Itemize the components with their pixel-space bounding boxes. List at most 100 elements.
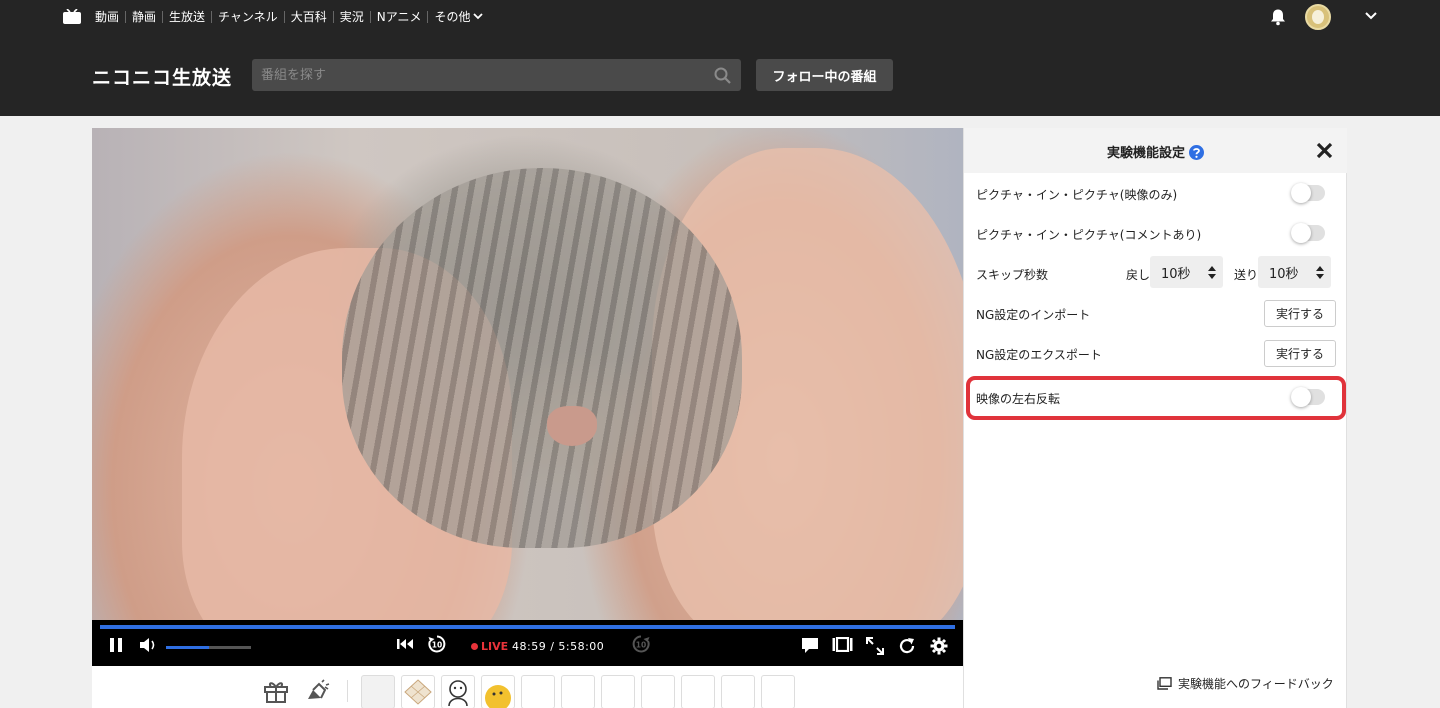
panel-title-text: 実験機能設定 [1106, 146, 1185, 161]
panel-title: 実験機能設定 [964, 142, 1347, 161]
map-item-icon [404, 679, 432, 705]
setting-label: スキップ秒数 [976, 268, 1049, 282]
seek-bar[interactable] [100, 625, 955, 629]
yellow-character-item-icon [485, 685, 511, 708]
skip-forward-label: 送り [1234, 268, 1259, 282]
setting-label: NG設定のエクスポート [976, 348, 1102, 362]
setting-label: NG設定のインポート [976, 308, 1091, 322]
experimental-settings-panel: 実験機能設定 ピクチャ・イン・ピクチャ(映像のみ) ピクチャ・イン・ピクチャ(コ… [963, 128, 1347, 708]
settings-gear-icon[interactable] [930, 637, 948, 655]
niconico-live-logo[interactable]: ニコニコ生放送 [92, 63, 232, 90]
gift-icon[interactable] [263, 679, 289, 703]
live-dot [471, 643, 478, 650]
player-controls: 10 LIVE 48:59 / 5:58:00 10 [92, 620, 963, 666]
close-icon[interactable] [1316, 142, 1333, 159]
reload-icon[interactable] [898, 637, 916, 655]
setting-row-ng-export: NG設定のエクスポート 実行する [976, 335, 1336, 371]
setting-row-mirror-video: 映像の左右反転 [976, 379, 1336, 415]
setting-row-pip-comment: ピクチャ・イン・ピクチャ(コメントあり) [976, 215, 1336, 251]
setting-row-pip-video: ピクチャ・イン・ピクチャ(映像のみ) [976, 175, 1336, 211]
rewind-10-icon[interactable]: 10 [427, 634, 447, 654]
skip-forward-select[interactable]: 10秒 [1258, 256, 1331, 288]
gift-slot-item-map[interactable] [401, 675, 435, 708]
nav-link-live[interactable]: 生放送 [162, 10, 211, 23]
seek-bar-fill [100, 625, 955, 629]
gift-slot-empty[interactable] [561, 675, 595, 708]
gift-ad-bar [92, 666, 963, 708]
setting-row-skip-seconds: スキップ秒数 戻し 10秒 送り 10秒 [976, 255, 1336, 291]
program-search-box [252, 59, 741, 91]
skip-back-select[interactable]: 10秒 [1150, 256, 1223, 288]
playback-timecode: 48:59 / 5:58:00 [512, 640, 605, 653]
video-player-screen[interactable] [92, 128, 963, 620]
nav-link-channel[interactable]: チャンネル [211, 10, 284, 23]
svg-text:10: 10 [636, 641, 646, 650]
setting-row-ng-import: NG設定のインポート 実行する [976, 295, 1336, 331]
nav-link-jikkyo[interactable]: 実況 [332, 10, 370, 23]
feedback-link-label: 実験機能へのフィードバック [1178, 677, 1334, 691]
search-icon[interactable] [714, 67, 731, 84]
niconico-tv-icon[interactable] [63, 9, 81, 24]
ng-import-execute-button[interactable]: 実行する [1264, 300, 1336, 327]
service-links: 動画 静画 生放送 チャンネル 大百科 実況 Nアニメ その他 [95, 0, 489, 33]
skip-back-label: 戻し [1126, 268, 1151, 282]
gift-slot[interactable] [361, 675, 395, 708]
live-label: LIVE [481, 640, 509, 653]
forward-10-icon[interactable]: 10 [631, 634, 651, 654]
skip-to-start-icon[interactable] [396, 637, 414, 651]
feedback-link[interactable]: 実験機能へのフィードバック [1157, 675, 1334, 692]
chevron-down-icon [473, 13, 484, 20]
top-nav: 動画 静画 生放送 チャンネル 大百科 実況 Nアニメ その他 [0, 0, 1440, 33]
help-icon[interactable] [1189, 145, 1204, 160]
comment-toggle-icon[interactable] [801, 637, 819, 654]
nav-link-douga[interactable]: 動画 [95, 11, 125, 23]
ng-export-execute-button[interactable]: 実行する [1264, 340, 1336, 367]
svg-text:10: 10 [432, 641, 442, 650]
watch-area: 10 LIVE 48:59 / 5:58:00 10 実験機能設定 ピクチャ・イ… [92, 128, 1347, 708]
live-indicator: LIVE [471, 640, 508, 653]
gift-slot-empty[interactable] [681, 675, 715, 708]
toggle-knob [1291, 223, 1311, 243]
gift-slot-item-character[interactable] [441, 675, 475, 708]
nav-more-label: その他 [434, 9, 471, 24]
volume-slider-fill [166, 646, 209, 649]
skip-back-value: 10秒 [1161, 266, 1191, 282]
character-item-icon [448, 680, 468, 707]
gift-slot-empty[interactable] [521, 675, 555, 708]
gift-slot-empty[interactable] [761, 675, 795, 708]
following-programs-button[interactable]: フォロー中の番組 [756, 59, 893, 91]
setting-label: ピクチャ・イン・ピクチャ(映像のみ) [976, 188, 1178, 202]
setting-label: ピクチャ・イン・ピクチャ(コメントあり) [976, 228, 1202, 242]
gift-slot-empty[interactable] [641, 675, 675, 708]
setting-label: 映像の左右反転 [976, 392, 1061, 406]
gift-bar-divider [347, 680, 348, 702]
pause-icon[interactable] [108, 637, 124, 653]
volume-icon[interactable] [139, 637, 158, 653]
gift-slot-empty[interactable] [721, 675, 755, 708]
site-header: ニコニコ生放送 フォロー中の番組 [0, 33, 1440, 116]
mirror-video-toggle[interactable] [1291, 387, 1325, 407]
nav-link-seiga[interactable]: 静画 [125, 10, 162, 23]
select-arrows-icon [1316, 266, 1324, 279]
advertise-megaphone-icon[interactable] [305, 679, 331, 703]
select-arrows-icon [1208, 266, 1216, 279]
video-frame-cat [342, 168, 742, 548]
nav-link-nanime[interactable]: Nアニメ [369, 10, 428, 23]
window-icon [1157, 677, 1172, 690]
fullscreen-icon[interactable] [866, 637, 884, 655]
video-frame-cat-nose [547, 406, 597, 446]
notification-bell-icon[interactable] [1269, 8, 1287, 26]
gift-slot-item-yellow[interactable] [481, 675, 515, 708]
theater-mode-icon[interactable] [832, 637, 853, 652]
volume-slider[interactable] [166, 646, 251, 649]
account-menu-chevron-icon[interactable] [1364, 11, 1378, 21]
toggle-knob [1291, 387, 1311, 407]
panel-header: 実験機能設定 [964, 128, 1347, 173]
gift-slot-empty[interactable] [601, 675, 635, 708]
program-search-input[interactable] [252, 59, 692, 91]
nav-link-dic[interactable]: 大百科 [283, 10, 333, 23]
pip-comment-toggle[interactable] [1291, 223, 1325, 243]
nav-more-menu[interactable]: その他 [427, 9, 489, 24]
pip-video-toggle[interactable] [1291, 183, 1325, 203]
user-avatar[interactable] [1305, 4, 1331, 30]
